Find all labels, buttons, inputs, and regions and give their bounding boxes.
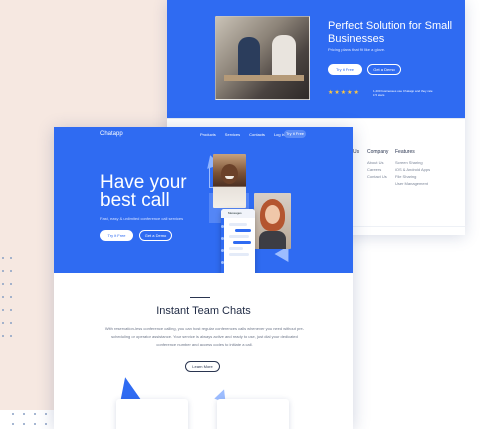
footer-col-heading: Features (395, 149, 415, 155)
section-divider (190, 297, 210, 298)
hero-try-free-button[interactable]: Try it Free (100, 230, 133, 241)
nav-try-free-button[interactable]: Try it Free (284, 130, 306, 138)
hero-title: Have your best call (100, 172, 187, 211)
feature-card (116, 399, 188, 429)
footer-link[interactable]: Contact Us (367, 173, 388, 180)
avatar-woman (254, 193, 291, 249)
office-photo (215, 16, 310, 100)
nav-item-services[interactable]: Services (225, 132, 240, 137)
nav-item-contacts[interactable]: Contacts (249, 132, 265, 137)
phone-title: Messages (228, 211, 242, 215)
section-title: Instant Team Chats (156, 305, 251, 317)
footer-link[interactable]: iOS & Android Apps (395, 166, 430, 173)
divider (167, 118, 465, 119)
section-text: With reservation-less conference calling… (104, 326, 305, 347)
back-hero: Perfect Solution for Small Businesses Pr… (167, 0, 465, 118)
footer-col-company: Company About Us Careers Contact Us (367, 149, 388, 180)
avatar-man-smiling (213, 154, 246, 208)
get-demo-button[interactable]: Get a Demo (367, 64, 401, 75)
footer-link[interactable]: About Us (367, 159, 388, 166)
hero-subtitle: Fast, easy & unlimited conference call s… (100, 216, 184, 221)
hero-get-demo-button[interactable]: Get a Demo (139, 230, 172, 241)
footer-col-heading: Us (353, 149, 360, 155)
back-title: Perfect Solution for Small Businesses (328, 20, 453, 45)
learn-more-button[interactable]: Learn More (185, 361, 220, 372)
footer-col-heading: Company (367, 149, 389, 155)
nav-item-products[interactable]: Products (200, 132, 216, 137)
try-free-button[interactable]: Try it Free (328, 64, 362, 75)
front-page-mockup: Chatapp Products Services Contacts Log i… (54, 127, 353, 429)
footer-link[interactable]: Careers (367, 166, 388, 173)
footer-col-us: Us (353, 149, 359, 159)
dot-pattern-left (2, 257, 12, 337)
footer-link[interactable]: User Management (395, 180, 430, 187)
feature-card (217, 399, 289, 429)
top-nav: Products Services Contacts Log in (200, 132, 285, 137)
phone-chat-mockup: Messages (221, 209, 255, 273)
front-hero: Chatapp Products Services Contacts Log i… (54, 127, 353, 273)
footer-col-features: Features Screen Sharing iOS & Android Ap… (395, 149, 430, 187)
footer-link[interactable]: Screen Sharing (395, 159, 430, 166)
rating-stars-icon: ★★★★★ (328, 90, 360, 96)
review-text: 1,200 businesses use Chatapp and they ra… (373, 89, 433, 97)
back-subtitle: Pricing plans that fit like a glove. (328, 47, 386, 52)
logo[interactable]: Chatapp (100, 131, 123, 137)
footer-link[interactable]: File Sharing (395, 173, 430, 180)
